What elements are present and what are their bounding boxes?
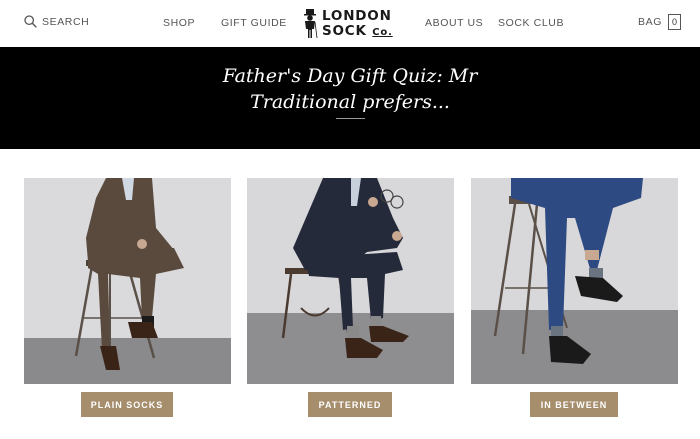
quiz-title: Father's Day Gift Quiz: Mr Traditional p… (222, 65, 478, 113)
bag-count: 0 (671, 17, 677, 27)
bag-button[interactable]: BAG 0 (638, 14, 681, 30)
title-divider (336, 118, 365, 119)
search-icon (24, 15, 37, 28)
search-button[interactable]: SEARCH (24, 15, 89, 28)
bag-label: BAG (638, 16, 662, 28)
quiz-banner: Father's Day Gift Quiz: Mr Traditional p… (0, 47, 700, 149)
nav-about-us[interactable]: ABOUT US (425, 17, 483, 29)
patterned-button[interactable]: PATTERNED (308, 392, 392, 417)
nav-sock-club[interactable]: SOCK CLUB (498, 17, 564, 29)
logo-text-line2: SOCK Co. (322, 22, 393, 39)
bag-icon: 0 (667, 14, 681, 30)
gentleman-logo-icon (304, 9, 318, 39)
logo[interactable]: LONDON SOCK Co. (302, 8, 400, 40)
in-between-button[interactable]: IN BETWEEN (530, 392, 618, 417)
search-label: SEARCH (42, 15, 90, 28)
site-header: SEARCH SHOP GIFT GUIDE LONDON SOCK Co. A… (0, 0, 700, 47)
choice-image-plain-socks[interactable] (24, 178, 231, 384)
logo-text-line1: LONDON (322, 8, 392, 24)
choice-image-patterned[interactable] (247, 178, 454, 384)
choice-image-in-between[interactable] (471, 178, 678, 384)
nav-shop[interactable]: SHOP (163, 17, 195, 29)
logo-text-sock: SOCK (322, 22, 367, 39)
nav-gift-guide[interactable]: GIFT GUIDE (221, 17, 287, 29)
logo-text-co: Co. (372, 26, 393, 38)
plain-socks-button[interactable]: PLAIN SOCKS (81, 392, 173, 417)
